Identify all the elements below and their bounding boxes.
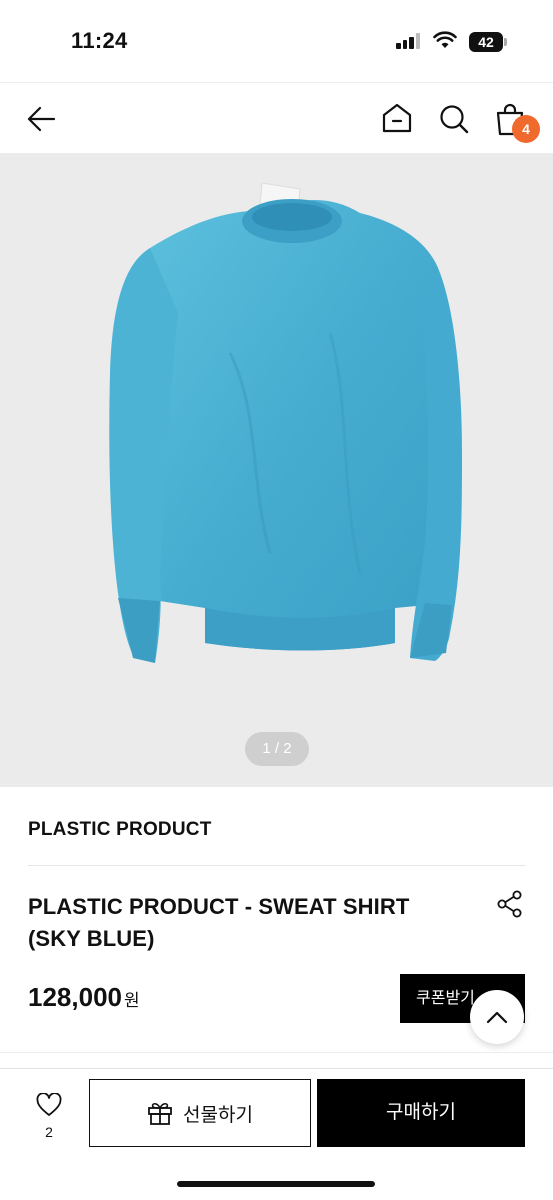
back-arrow-icon[interactable]	[26, 105, 56, 133]
divider	[28, 865, 526, 866]
price-currency: 원	[123, 991, 140, 1010]
price-value: 128,000	[28, 982, 122, 1012]
battery-icon: 42	[469, 32, 507, 52]
heart-icon	[36, 1092, 62, 1116]
like-button[interactable]: 2	[33, 1092, 65, 1140]
status-bar: 11:24 42	[0, 0, 553, 82]
gift-button-label: 선물하기	[183, 1104, 253, 1126]
gift-icon	[148, 1102, 172, 1125]
divider	[0, 1052, 553, 1053]
buy-button[interactable]: 구매하기	[317, 1079, 525, 1147]
cart-count-badge: 4	[512, 115, 540, 143]
battery-level: 42	[469, 32, 503, 52]
cellular-signal-icon	[396, 33, 422, 49]
top-navigation	[0, 82, 553, 154]
sweatshirt-photo	[109, 182, 462, 663]
gift-button[interactable]: 선물하기	[89, 1079, 311, 1147]
status-time: 11:24	[71, 28, 128, 53]
image-page-indicator: 1 / 2	[245, 732, 309, 766]
home-indicator	[177, 1181, 375, 1187]
scroll-to-top-button[interactable]	[470, 990, 524, 1044]
share-icon[interactable]	[497, 890, 523, 918]
product-image[interactable]	[0, 153, 553, 787]
wifi-icon	[433, 31, 457, 48]
bottom-bar-border	[0, 1068, 553, 1069]
chevron-up-icon	[486, 1011, 508, 1024]
home-icon[interactable]	[381, 102, 413, 134]
price: 128,000 원	[28, 982, 140, 1013]
like-count: 2	[45, 1124, 53, 1140]
brand-name[interactable]: PLASTIC PRODUCT	[28, 819, 212, 841]
search-icon[interactable]	[438, 103, 470, 135]
product-title: PLASTIC PRODUCT - SWEAT SHIRT (SKY BLUE)	[28, 894, 410, 951]
